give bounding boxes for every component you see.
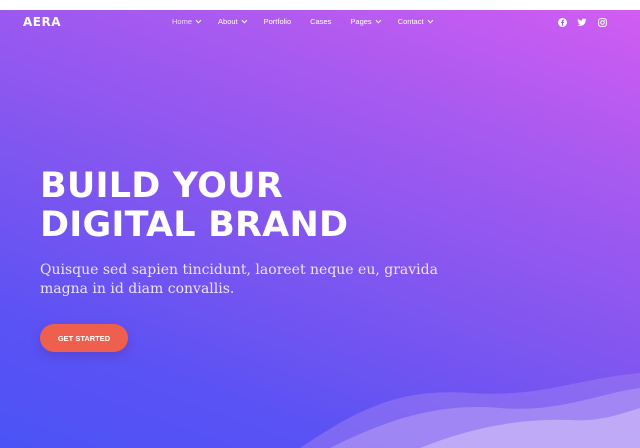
logo[interactable]: AERA bbox=[23, 15, 61, 29]
get-started-button[interactable]: GET STARTED bbox=[40, 324, 128, 352]
menu-item-label: Pages bbox=[350, 17, 372, 26]
menu-item-label: Cases bbox=[310, 17, 332, 26]
menu-item-contact[interactable]: Contact bbox=[397, 17, 433, 26]
menu-item-portfolio[interactable]: Portfolio bbox=[264, 17, 292, 26]
instagram-icon[interactable] bbox=[597, 17, 607, 27]
menu-item-about[interactable]: About bbox=[218, 17, 247, 26]
hero-section: AERA Home About Portfolio Cases Pages Co… bbox=[0, 10, 640, 448]
headline-line-2: DIGITAL BRAND bbox=[40, 205, 349, 245]
navbar: AERA Home About Portfolio Cases Pages Co… bbox=[0, 10, 640, 34]
menu-item-home[interactable]: Home bbox=[172, 17, 202, 26]
facebook-icon[interactable] bbox=[557, 17, 567, 27]
hero-headline: BUILD YOUR DIGITAL BRAND bbox=[40, 167, 460, 245]
decorative-waves bbox=[300, 373, 640, 448]
chevron-down-icon bbox=[427, 17, 433, 23]
menu-item-label: Contact bbox=[397, 17, 424, 26]
main-menu: Home About Portfolio Cases Pages Contact bbox=[172, 17, 450, 26]
menu-item-cases[interactable]: Cases bbox=[310, 17, 331, 26]
twitter-icon[interactable] bbox=[577, 17, 587, 27]
menu-item-label: Portfolio bbox=[263, 17, 292, 26]
social-links bbox=[557, 17, 617, 27]
chevron-down-icon bbox=[241, 17, 247, 23]
menu-item-label: About bbox=[218, 17, 238, 26]
page: AERA Home About Portfolio Cases Pages Co… bbox=[0, 0, 640, 448]
chevron-down-icon bbox=[195, 17, 202, 23]
chevron-down-icon bbox=[375, 17, 381, 23]
menu-item-label: Home bbox=[172, 17, 193, 26]
menu-item-pages[interactable]: Pages bbox=[350, 17, 381, 26]
headline-line-1: BUILD YOUR bbox=[40, 166, 283, 206]
hero-subtext: Quisque sed sapien tincidunt, laoreet ne… bbox=[40, 262, 438, 297]
top-strip bbox=[0, 0, 640, 10]
